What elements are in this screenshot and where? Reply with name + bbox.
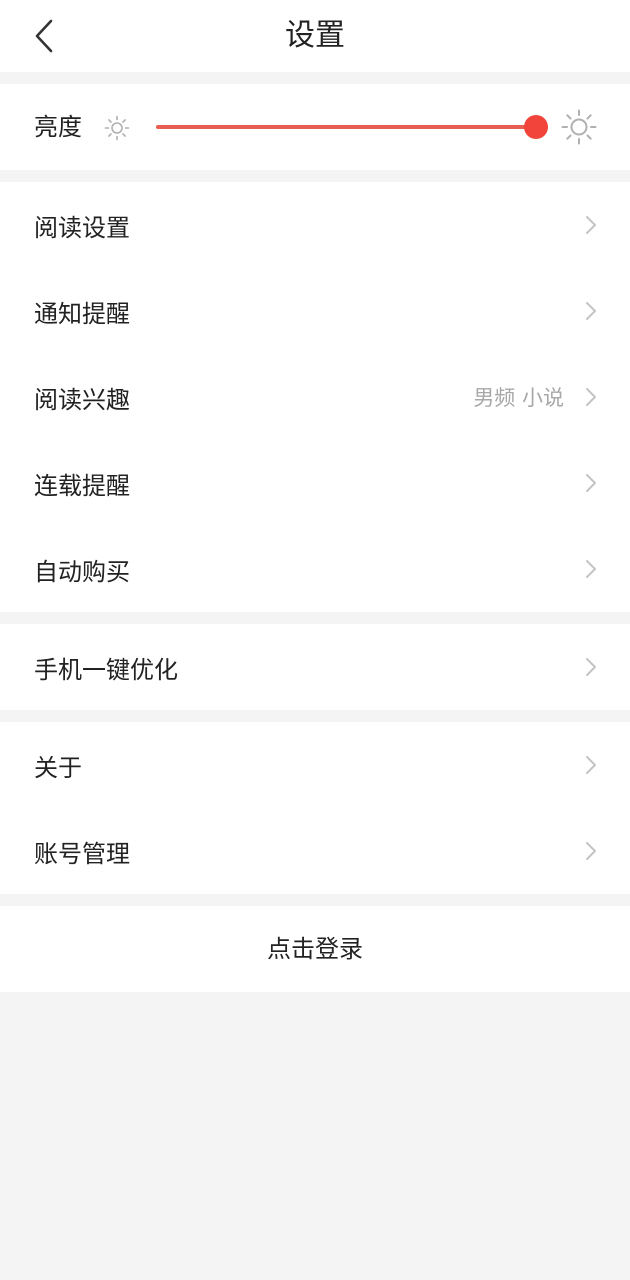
row-label: 账号管理 — [34, 839, 130, 868]
settings-page: 设置 亮度 阅读设置 通知提醒 阅读兴趣 男频 小说 连载提醒 自动购买 手机一… — [0, 0, 630, 1280]
chevron-right-icon — [586, 216, 596, 234]
chevron-right-icon — [586, 474, 596, 492]
row-account-management[interactable]: 账号管理 — [0, 808, 630, 894]
row-serial-reminder[interactable]: 连载提醒 — [0, 440, 630, 526]
row-label: 阅读兴趣 — [34, 385, 130, 414]
row-reading-interest[interactable]: 阅读兴趣 男频 小说 — [0, 354, 630, 440]
login-button[interactable]: 点击登录 — [0, 906, 630, 992]
header-bar: 设置 — [0, 0, 630, 72]
settings-group-reading: 阅读设置 通知提醒 阅读兴趣 男频 小说 连载提醒 自动购买 — [0, 182, 630, 612]
brightness-row: 亮度 — [0, 84, 630, 170]
row-phone-optimize[interactable]: 手机一键优化 — [0, 624, 630, 710]
chevron-right-icon — [586, 756, 596, 774]
row-label: 连载提醒 — [34, 471, 130, 500]
row-label: 通知提醒 — [34, 299, 130, 328]
section-gap — [0, 710, 630, 722]
section-gap — [0, 612, 630, 624]
row-label: 手机一键优化 — [34, 655, 178, 684]
chevron-right-icon — [586, 302, 596, 320]
brightness-label: 亮度 — [34, 113, 82, 141]
section-gap — [0, 894, 630, 906]
back-button[interactable] — [22, 12, 66, 60]
slider-thumb[interactable] — [524, 115, 548, 139]
chevron-left-icon — [35, 19, 53, 53]
page-title: 设置 — [285, 18, 345, 53]
settings-group-account: 关于 账号管理 — [0, 722, 630, 894]
sun-large-icon — [561, 109, 597, 145]
row-value: 男频 小说 — [473, 386, 564, 410]
row-reading-settings[interactable]: 阅读设置 — [0, 182, 630, 268]
chevron-right-icon — [586, 842, 596, 860]
section-gap — [0, 72, 630, 84]
slider-fill — [156, 125, 536, 129]
section-gap — [0, 170, 630, 182]
chevron-right-icon — [586, 658, 596, 676]
row-auto-purchase[interactable]: 自动购买 — [0, 526, 630, 612]
sun-small-icon — [104, 115, 130, 141]
chevron-right-icon — [586, 560, 596, 578]
row-notification[interactable]: 通知提醒 — [0, 268, 630, 354]
chevron-right-icon — [586, 388, 596, 406]
settings-group-optimize: 手机一键优化 — [0, 624, 630, 710]
row-label: 阅读设置 — [34, 213, 130, 242]
row-label: 自动购买 — [34, 557, 130, 586]
brightness-slider[interactable] — [156, 114, 548, 140]
row-about[interactable]: 关于 — [0, 722, 630, 808]
row-label: 关于 — [34, 753, 82, 782]
